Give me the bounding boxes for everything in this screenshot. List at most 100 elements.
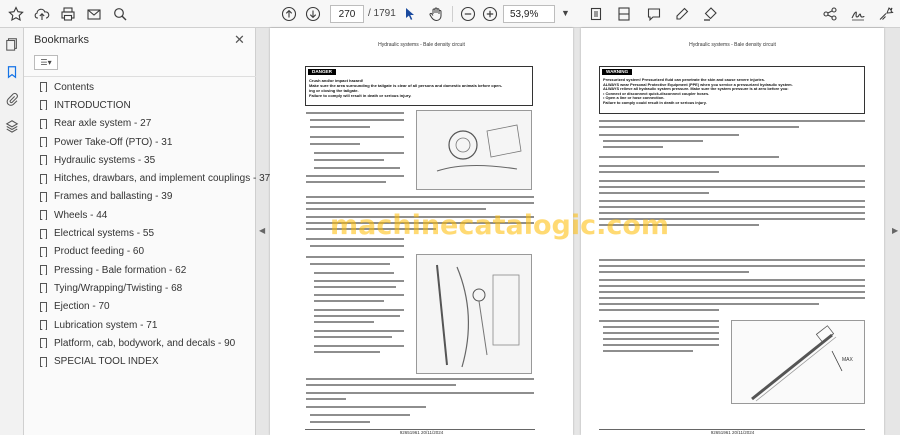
bookmark-item[interactable]: Frames and ballasting - 39 [40, 188, 250, 206]
chevron-down-icon[interactable]: ▼ [561, 8, 570, 18]
page-total: / 1791 [368, 8, 396, 19]
text-line [306, 256, 404, 258]
warning-box: WARNING Pressurized system! Pressurized … [599, 66, 865, 114]
expand-panel-icon[interactable]: ▶ [892, 226, 898, 235]
collapse-panel-icon[interactable]: ◀ [259, 226, 265, 235]
sign-icon[interactable] [848, 4, 868, 24]
page-thumbnails-icon[interactable] [4, 36, 20, 52]
text-line [599, 320, 719, 322]
previous-page-icon[interactable] [279, 4, 299, 24]
figure-gauge [416, 110, 532, 190]
bookmark-item[interactable]: Hitches, drawbars, and implement couplin… [40, 169, 270, 187]
search-icon[interactable] [110, 4, 130, 24]
text-line [310, 143, 360, 145]
text-line [603, 332, 719, 334]
text-line [599, 279, 865, 281]
text-line [314, 272, 394, 274]
bookmark-item[interactable]: Pressing - Bale formation - 62 [40, 261, 250, 279]
svg-text:MAX: MAX [842, 357, 854, 363]
bookmark-icon [40, 246, 47, 257]
text-line [306, 175, 404, 177]
print-icon[interactable] [58, 4, 78, 24]
bookmark-item[interactable]: Product feeding - 60 [40, 243, 250, 261]
danger-label: DANGER [308, 69, 336, 75]
bookmark-label: Contents [54, 81, 95, 93]
bookmark-item[interactable]: Contents [40, 78, 250, 96]
bookmark-item[interactable]: Wheels - 44 [40, 206, 250, 224]
bookmark-item[interactable]: Tying/Wrapping/Twisting - 68 [40, 279, 250, 297]
text-line [306, 112, 404, 114]
bookmark-item[interactable]: Ejection - 70 [40, 298, 250, 316]
bookmark-icon [40, 118, 47, 129]
text-line [599, 265, 865, 267]
text-line [599, 206, 865, 208]
bookmark-item[interactable]: Electrical systems - 55 [40, 224, 250, 242]
bookmark-icon [40, 173, 47, 184]
warning-label: WARNING [602, 69, 633, 75]
attachments-icon[interactable] [4, 91, 20, 107]
bookmark-icon [40, 82, 47, 93]
text-line [314, 345, 404, 347]
zoom-out-icon[interactable] [458, 4, 478, 24]
bookmark-options-button[interactable]: ☰▾ [34, 55, 58, 70]
scroll-mode-icon[interactable] [614, 4, 634, 24]
navigation-rail [0, 28, 24, 435]
highlight-icon[interactable] [700, 4, 720, 24]
page-number-input[interactable]: 270 [330, 5, 364, 23]
bookmark-item[interactable]: Platform, cab, bodywork, and decals - 90 [40, 334, 250, 352]
hand-tool-icon[interactable] [426, 4, 446, 24]
bookmark-label: Tying/Wrapping/Twisting - 68 [54, 282, 183, 294]
bookmark-icon [40, 191, 47, 202]
zoom-level-input[interactable]: 53,9% [503, 5, 555, 23]
text-line [306, 398, 346, 400]
pen-icon[interactable] [672, 4, 692, 24]
text-line [310, 263, 390, 265]
mail-icon[interactable] [84, 4, 104, 24]
bookmark-item[interactable]: INTRODUCTION [40, 96, 250, 114]
text-line [310, 119, 404, 121]
star-icon[interactable] [6, 4, 26, 24]
danger-box: DANGER Crush and/or impact hazard! Make … [305, 66, 533, 106]
bookmark-label: Power Take-Off (PTO) - 31 [54, 136, 173, 148]
bookmark-list: Contents INTRODUCTION Rear axle system -… [40, 78, 270, 371]
text-line [599, 126, 799, 128]
bookmarks-icon[interactable] [4, 64, 20, 80]
bookmark-icon [40, 301, 47, 312]
text-line [599, 192, 709, 194]
text-line [314, 321, 374, 323]
bookmark-label: Wheels - 44 [54, 209, 108, 221]
bookmark-icon [40, 338, 47, 349]
bookmark-item[interactable]: Power Take-Off (PTO) - 31 [40, 133, 250, 151]
more-tools-icon[interactable] [876, 4, 896, 24]
warning-text: Pressurized system! Pressurized fluid ca… [603, 77, 793, 105]
text-line [306, 202, 534, 204]
text-line [306, 392, 534, 394]
text-line [599, 271, 749, 273]
bookmark-label: Rear axle system - 27 [54, 118, 152, 130]
toolbar-divider [452, 6, 453, 22]
bookmark-item[interactable]: Rear axle system - 27 [40, 115, 250, 133]
close-icon[interactable]: ✕ [234, 32, 245, 48]
bookmark-item[interactable]: SPECIAL TOOL INDEX [40, 352, 250, 370]
text-line [599, 303, 819, 305]
bookmark-item[interactable]: Lubrication system - 71 [40, 316, 250, 334]
text-line [603, 350, 693, 352]
bookmark-item[interactable]: Hydraulic systems - 35 [40, 151, 250, 169]
text-line [314, 152, 404, 154]
text-line [599, 171, 719, 173]
text-line [314, 309, 404, 311]
text-line [603, 344, 719, 346]
text-line [310, 136, 404, 138]
text-line [314, 286, 396, 288]
text-line [314, 336, 392, 338]
fit-page-icon[interactable] [586, 4, 606, 24]
comment-icon[interactable] [644, 4, 664, 24]
upload-cloud-icon[interactable] [32, 4, 52, 24]
zoom-in-icon[interactable] [480, 4, 500, 24]
select-cursor-icon[interactable] [400, 4, 420, 24]
text-line [314, 351, 380, 353]
layers-icon[interactable] [4, 118, 20, 134]
share-icon[interactable] [820, 4, 840, 24]
next-page-icon[interactable] [303, 4, 323, 24]
text-line [599, 285, 865, 287]
